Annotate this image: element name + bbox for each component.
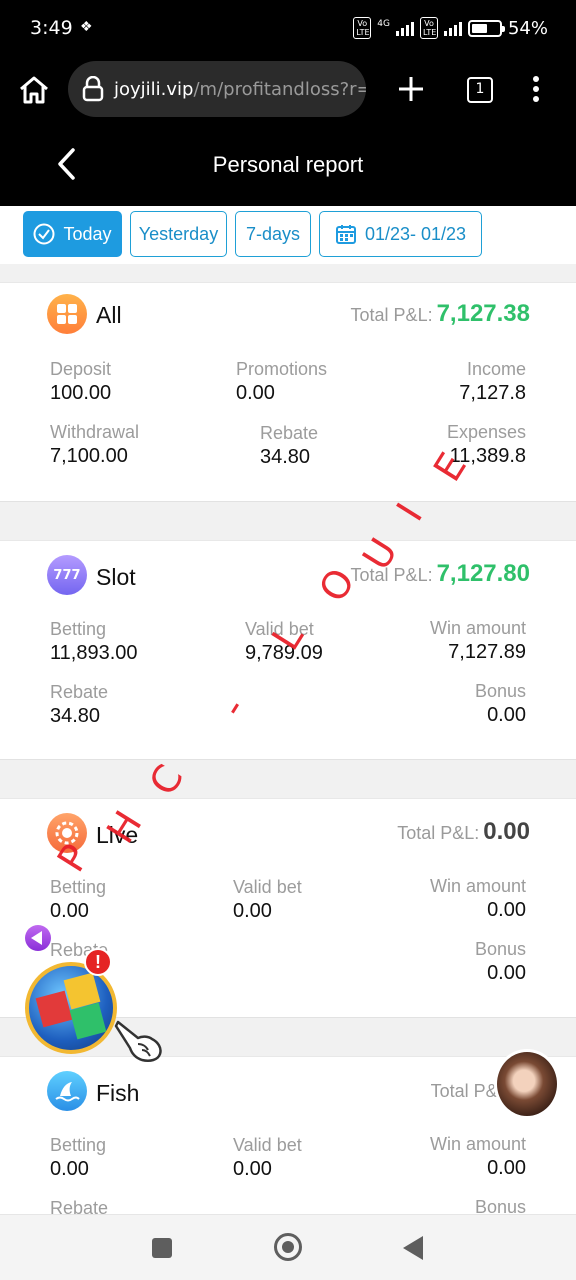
win-amount-stat: Win amount 7,127.89: [429, 618, 526, 663]
bonus-stat: Bonus 0.00: [474, 939, 526, 984]
category-name: Slot: [96, 564, 136, 590]
promotions-stat: Promotions 0.00: [236, 359, 328, 404]
date-filter-bar: Today Yesterday 7-days 01/23- 01/23: [0, 206, 576, 264]
bonus-stat: Bonus 0.00: [474, 681, 526, 726]
valid-bet-stat: Valid bet 0.00: [233, 1135, 302, 1180]
volte-icon-2: Vo LTE: [419, 17, 438, 39]
browser-toolbar: joyjili.vip/m/profitandloss?r=fa 1: [0, 60, 576, 122]
battery-icon: [467, 19, 505, 37]
page-header: Personal report: [0, 122, 576, 206]
betting-stat: Betting 0.00: [50, 877, 107, 922]
fish-fin-icon: [47, 1071, 87, 1111]
calendar-icon: [335, 225, 356, 244]
win-amount-stat: Win amount 0.00: [429, 876, 526, 921]
pointing-hand-icon: [114, 1020, 162, 1062]
income-stat: Income 7,127.8: [459, 359, 526, 404]
total-pnl: Total P&L: 0.00: [397, 818, 530, 845]
back-triangle-icon[interactable]: [403, 1236, 423, 1260]
status-bar: 3:49 ❖ Vo LTE 4G Vo LTE 54%: [0, 0, 576, 60]
valid-bet-stat: Valid bet 0.00: [233, 877, 302, 922]
category-name: All: [96, 302, 122, 328]
deposit-stat: Deposit 100.00: [50, 359, 112, 404]
tab-switcher-button[interactable]: 1: [467, 77, 493, 103]
url-text: joyjili.vip/m/profitandloss?r=fa: [114, 78, 366, 100]
rebate-stat: Rebate 34.80: [260, 423, 319, 468]
rebate-stat: Rebate 34.80: [50, 682, 109, 727]
more-menu-icon[interactable]: [528, 74, 544, 104]
home-circle-icon[interactable]: [274, 1233, 302, 1261]
date-range-label: 01/23- 01/23: [364, 223, 467, 244]
divider: [0, 760, 576, 798]
alert-badge: !: [84, 948, 112, 976]
filter-today-label: Today: [63, 223, 112, 244]
recent-apps-icon[interactable]: [152, 1238, 172, 1258]
signal-icon-2: [443, 20, 462, 36]
url-bar[interactable]: joyjili.vip/m/profitandloss?r=fa: [68, 61, 366, 117]
date-range-button[interactable]: 01/23- 01/23: [319, 211, 482, 257]
category-name: Fish: [96, 1080, 140, 1106]
collapse-arrow-icon[interactable]: [25, 925, 51, 951]
lock-icon: [82, 76, 104, 102]
status-time: 3:49: [30, 17, 73, 39]
page-title: Personal report: [212, 152, 364, 177]
battery-percent: 54%: [507, 17, 548, 39]
android-nav-bar: [0, 1214, 576, 1280]
betting-stat: Betting 11,893.00: [50, 619, 138, 664]
signal-icon: [395, 20, 414, 36]
filter-7days-button[interactable]: 7-days: [235, 211, 311, 257]
total-pnl: Total P&L: 7,127.38: [350, 300, 530, 327]
filter-today-button[interactable]: Today: [23, 211, 122, 257]
win-amount-stat: Win amount 0.00: [429, 1134, 526, 1179]
filter-yesterday-button[interactable]: Yesterday: [130, 211, 227, 257]
notification-icon: ❖: [80, 18, 93, 34]
divider: [0, 264, 576, 282]
home-icon[interactable]: [16, 72, 52, 108]
check-circle-icon: [33, 223, 55, 245]
game-cube-icon[interactable]: [25, 962, 117, 1054]
network-type: 4G: [377, 19, 390, 29]
new-tab-icon[interactable]: [396, 74, 426, 104]
support-avatar[interactable]: [494, 1049, 560, 1119]
divider: [0, 502, 576, 540]
status-icons: Vo LTE 4G Vo LTE 54%: [353, 17, 548, 39]
volte-icon: Vo LTE: [353, 17, 372, 39]
report-card-all: All Total P&L: 7,127.38 Deposit 100.00 Pro…: [0, 282, 576, 502]
green-cube: [69, 1002, 107, 1040]
withdrawal-stat: Withdrawal 7,100.00: [50, 422, 140, 467]
grid-icon: [47, 294, 87, 334]
report-card-fish: Fish Total P&L:0 Betting0.00 Valid bet0.…: [0, 1056, 576, 1216]
slot-777-icon: 777: [47, 555, 87, 595]
betting-stat: Betting 0.00: [50, 1135, 107, 1180]
